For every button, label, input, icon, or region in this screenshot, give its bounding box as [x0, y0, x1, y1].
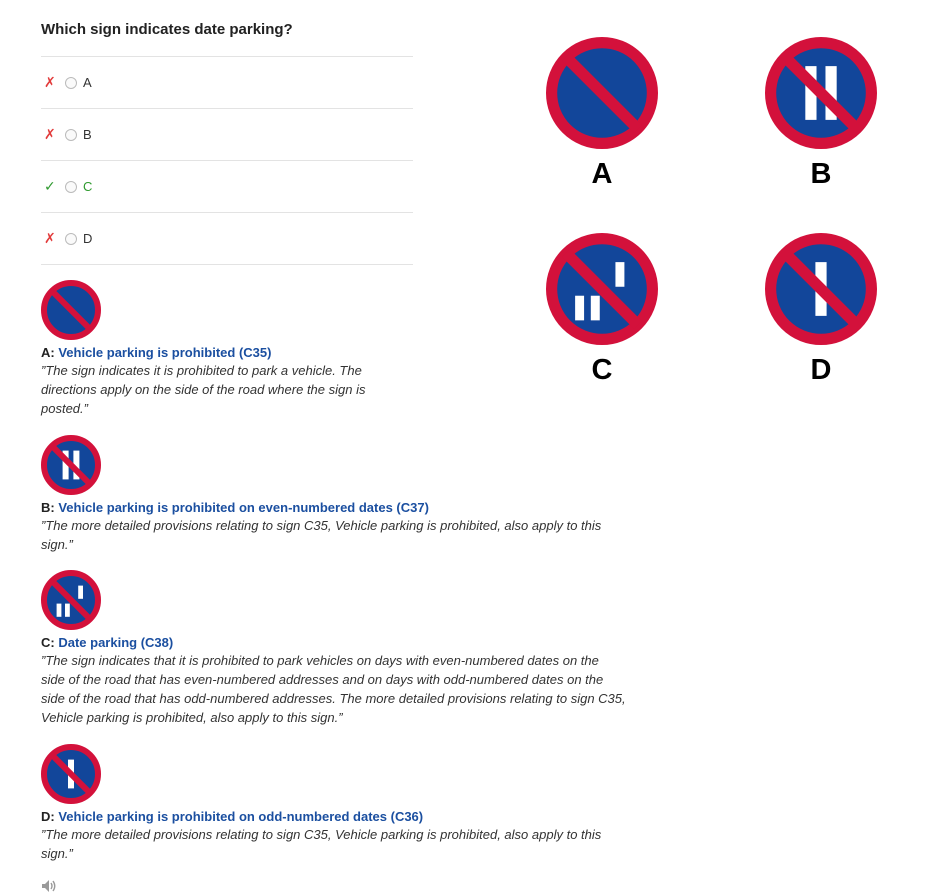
- answer-options: ✗ A ✗ B ✓ C ✗ D: [41, 56, 413, 265]
- wrong-mark-icon: ✗: [44, 126, 56, 142]
- option-b[interactable]: ✗ B: [41, 108, 413, 160]
- no-parking-sign-icon: [546, 37, 658, 149]
- option-label: A: [83, 75, 92, 90]
- explanation-heading: B: Vehicle parking is prohibited on even…: [41, 500, 429, 515]
- sign-title-link[interactable]: Vehicle parking is prohibited on odd-num…: [58, 809, 423, 824]
- explanation-d: D: Vehicle parking is prohibited on odd-…: [41, 744, 661, 863]
- no-parking-sign-icon: [41, 280, 101, 340]
- explanation-heading: C: Date parking (C38): [41, 635, 174, 650]
- date-parking-sign-icon: [546, 233, 658, 345]
- explanation-quote: ”The more detailed provisions relating t…: [41, 827, 602, 861]
- option-c[interactable]: ✓ C: [41, 160, 413, 212]
- question-text: Which sign indicates date parking?: [41, 21, 293, 38]
- sign-title-link[interactable]: Date parking (C38): [58, 635, 173, 650]
- explanation-quote: ”The more detailed provisions relating t…: [41, 518, 602, 552]
- wrong-mark-icon: ✗: [44, 230, 56, 246]
- wrong-mark-icon: ✗: [44, 74, 56, 90]
- sign-letter: A: [591, 158, 613, 190]
- no-parking-odd-dates-sign-icon: [765, 233, 877, 345]
- radio-button-d[interactable]: [65, 232, 77, 245]
- radio-button-b[interactable]: [65, 128, 77, 141]
- grid-sign-d: D: [765, 233, 877, 387]
- option-a[interactable]: ✗ A: [41, 56, 413, 108]
- grid-sign-b: B: [765, 37, 877, 191]
- no-parking-even-dates-sign-icon: [41, 435, 101, 495]
- sign-letter: D: [810, 354, 832, 386]
- date-parking-sign-icon: [41, 570, 101, 630]
- radio-button-a[interactable]: [65, 76, 77, 89]
- speaker-icon[interactable]: [41, 879, 59, 893]
- option-label: B: [83, 127, 92, 142]
- explanation-quote: ”The sign indicates that it is prohibite…: [41, 653, 626, 725]
- option-label: C: [83, 179, 93, 194]
- correct-check-icon: ✓: [44, 178, 56, 194]
- explanation-b: B: Vehicle parking is prohibited on even…: [41, 435, 661, 554]
- grid-sign-c: C: [546, 233, 658, 387]
- no-parking-odd-dates-sign-icon: [41, 744, 101, 804]
- explanation-heading: D: Vehicle parking is prohibited on odd-…: [41, 809, 424, 824]
- sign-letter: B: [810, 158, 832, 190]
- no-parking-even-dates-sign-icon: [765, 37, 877, 149]
- sign-title-link[interactable]: Vehicle parking is prohibited on even-nu…: [58, 500, 429, 515]
- radio-button-c[interactable]: [65, 180, 77, 193]
- option-d[interactable]: ✗ D: [41, 212, 413, 265]
- explanation-c: C: Date parking (C38) ”The sign indicate…: [41, 570, 661, 727]
- sign-letter: C: [591, 354, 613, 386]
- sign-title-link[interactable]: Vehicle parking is prohibited (C35): [58, 345, 271, 360]
- option-label: D: [83, 231, 93, 246]
- grid-sign-a: A: [546, 37, 658, 191]
